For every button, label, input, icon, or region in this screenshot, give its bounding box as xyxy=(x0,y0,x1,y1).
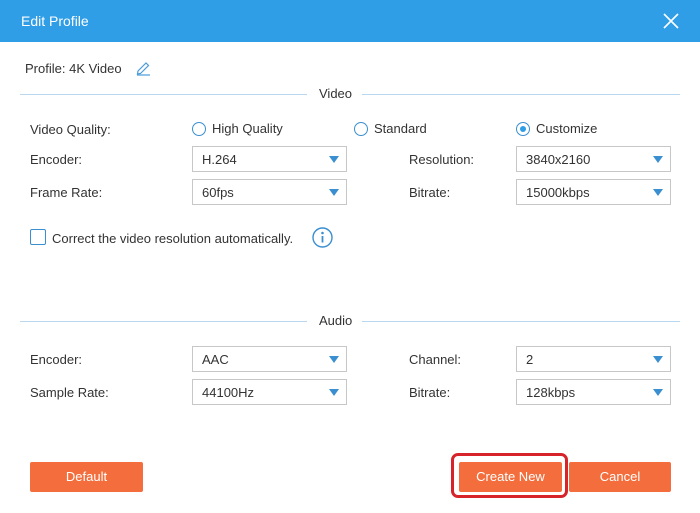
resolution-select[interactable]: 3840x2160 xyxy=(516,146,671,172)
select-value: 2 xyxy=(526,352,534,367)
channel-select[interactable]: 2 xyxy=(516,346,671,372)
video-bitrate-label: Bitrate: xyxy=(409,185,451,200)
dropdown-arrow-icon xyxy=(653,156,663,163)
audio-bitrate-select[interactable]: 128kbps xyxy=(516,379,671,405)
video-encoder-select[interactable]: H.264 xyxy=(192,146,347,172)
radio-label: High Quality xyxy=(212,121,283,136)
audio-bitrate-label: Bitrate: xyxy=(409,385,451,400)
select-value: 44100Hz xyxy=(202,385,255,400)
radio-high-quality[interactable]: High Quality xyxy=(192,121,283,136)
select-value: 60fps xyxy=(202,185,234,200)
dropdown-arrow-icon xyxy=(329,189,339,196)
audio-section-line-left xyxy=(20,321,307,322)
resolution-label: Resolution: xyxy=(409,152,475,167)
audio-encoder-label: Encoder: xyxy=(30,352,83,367)
dropdown-arrow-icon xyxy=(653,356,663,363)
select-value: H.264 xyxy=(202,152,237,167)
close-icon[interactable] xyxy=(660,10,682,32)
select-value: 128kbps xyxy=(526,385,576,400)
profile-name: Profile: 4K Video xyxy=(25,61,122,76)
dropdown-arrow-icon xyxy=(653,189,663,196)
radio-circle xyxy=(192,121,206,136)
window-title: Edit Profile xyxy=(21,13,89,29)
profile-label: Profile: xyxy=(25,61,66,76)
video-section-line-right xyxy=(362,94,680,95)
default-button[interactable]: Default xyxy=(30,462,143,492)
auto-resolution-label: Correct the video resolution automatical… xyxy=(52,231,294,246)
channel-label: Channel: xyxy=(409,352,462,367)
radio-label: Standard xyxy=(374,121,427,136)
cancel-button[interactable]: Cancel xyxy=(569,462,671,492)
dropdown-arrow-icon xyxy=(329,356,339,363)
edit-pencil-icon[interactable] xyxy=(135,59,152,76)
auto-resolution-checkbox[interactable] xyxy=(30,229,46,245)
select-value: 15000kbps xyxy=(526,185,590,200)
create-new-highlight-box xyxy=(451,453,568,498)
frame-rate-label: Frame Rate: xyxy=(30,185,103,200)
audio-section-title: Audio xyxy=(319,313,353,328)
video-section-title: Video xyxy=(319,86,353,101)
dropdown-arrow-icon xyxy=(329,389,339,396)
video-encoder-label: Encoder: xyxy=(30,152,83,167)
audio-encoder-select[interactable]: AAC xyxy=(192,346,347,372)
radio-standard[interactable]: Standard xyxy=(354,121,427,136)
profile-value: 4K Video xyxy=(69,61,122,76)
select-value: AAC xyxy=(202,352,229,367)
video-quality-label: Video Quality: xyxy=(30,122,111,137)
dropdown-arrow-icon xyxy=(329,156,339,163)
audio-section-line-right xyxy=(362,321,680,322)
radio-circle-selected xyxy=(516,121,530,136)
sample-rate-label: Sample Rate: xyxy=(30,385,109,400)
radio-circle xyxy=(354,121,368,136)
video-bitrate-select[interactable]: 15000kbps xyxy=(516,179,671,205)
info-icon[interactable] xyxy=(312,227,333,248)
radio-label: Customize xyxy=(536,121,598,136)
video-section-line-left xyxy=(20,94,307,95)
dropdown-arrow-icon xyxy=(653,389,663,396)
frame-rate-select[interactable]: 60fps xyxy=(192,179,347,205)
title-bar: Edit Profile xyxy=(0,0,700,42)
radio-customize[interactable]: Customize xyxy=(516,121,597,136)
sample-rate-select[interactable]: 44100Hz xyxy=(192,379,347,405)
select-value: 3840x2160 xyxy=(526,152,591,167)
